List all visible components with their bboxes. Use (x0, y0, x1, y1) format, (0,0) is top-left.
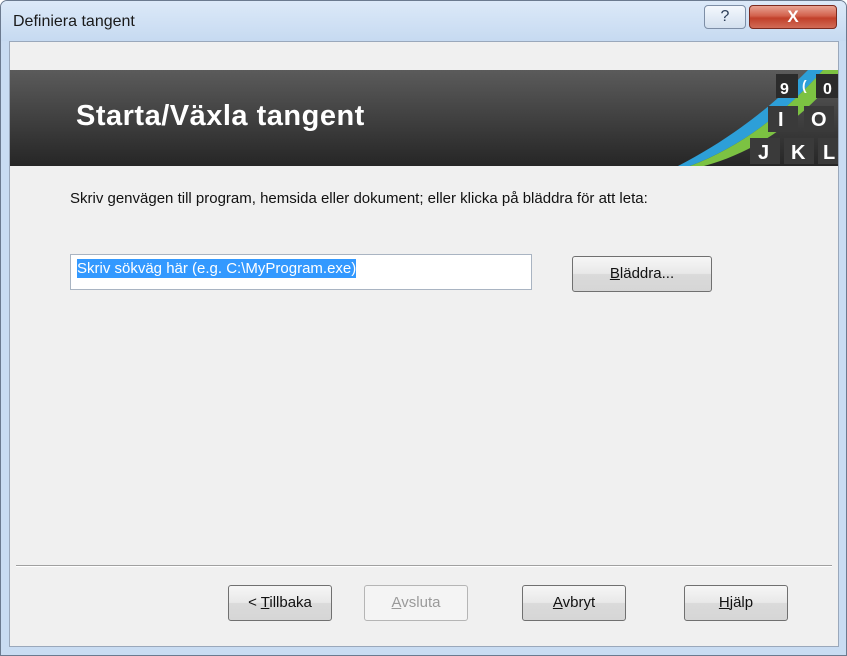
help-title-button[interactable]: ? (704, 5, 746, 29)
browse-button[interactable]: Bläddra... (572, 256, 712, 292)
banner-title: Starta/Växla tangent (76, 100, 365, 132)
browse-mnemonic: B (609, 265, 620, 282)
title-bar[interactable]: Definiera tangent ? X (1, 1, 846, 41)
help-label: jälp (729, 594, 754, 611)
dialog-window: Definiera tangent ? X Starta/Växla tange… (0, 0, 847, 656)
instruction-text: Skriv genvägen till program, hemsida ell… (70, 190, 648, 207)
finish-label: vsluta (401, 594, 441, 611)
close-button[interactable]: X (749, 5, 837, 29)
logo-key-i: I (778, 109, 784, 131)
window-title: Definiera tangent (13, 13, 135, 30)
close-icon: X (787, 7, 799, 26)
cancel-mnemonic: A (552, 594, 563, 611)
back-button[interactable]: < Tillbaka (228, 585, 332, 621)
question-mark-icon: ? (720, 8, 730, 25)
finish-mnemonic: A (391, 594, 402, 611)
finish-button[interactable]: Avsluta (364, 585, 468, 621)
logo-key-0: 0 (823, 81, 832, 98)
logo-key-l: L (823, 142, 835, 164)
logo-key-9: 9 (780, 81, 789, 98)
logo-key-o: O (811, 109, 827, 131)
footer-divider (16, 565, 832, 567)
cancel-button[interactable]: Avbryt (522, 585, 626, 621)
logo-key-paren: ( (802, 77, 807, 93)
logo-key-j: J (758, 142, 769, 164)
back-label: illbaka (269, 594, 312, 611)
back-prefix: < (248, 594, 261, 611)
help-mnemonic: H (718, 594, 730, 611)
dialog-content: Starta/Växla tangent 9 ( 0 I O J K L Skr… (9, 41, 839, 647)
help-button[interactable]: Hjälp (684, 585, 788, 621)
keyboard-logo-icon: 9 ( 0 I O J K L (678, 70, 838, 166)
logo-key-k: K (791, 142, 806, 164)
header-banner: Starta/Växla tangent 9 ( 0 I O J K L (10, 70, 838, 166)
cancel-label: vbryt (562, 594, 596, 611)
path-input[interactable]: Skriv sökväg här (e.g. C:\MyProgram.exe) (70, 254, 532, 290)
browse-label: läddra... (619, 265, 675, 282)
path-input-selected-text: Skriv sökväg här (e.g. C:\MyProgram.exe) (77, 259, 357, 278)
